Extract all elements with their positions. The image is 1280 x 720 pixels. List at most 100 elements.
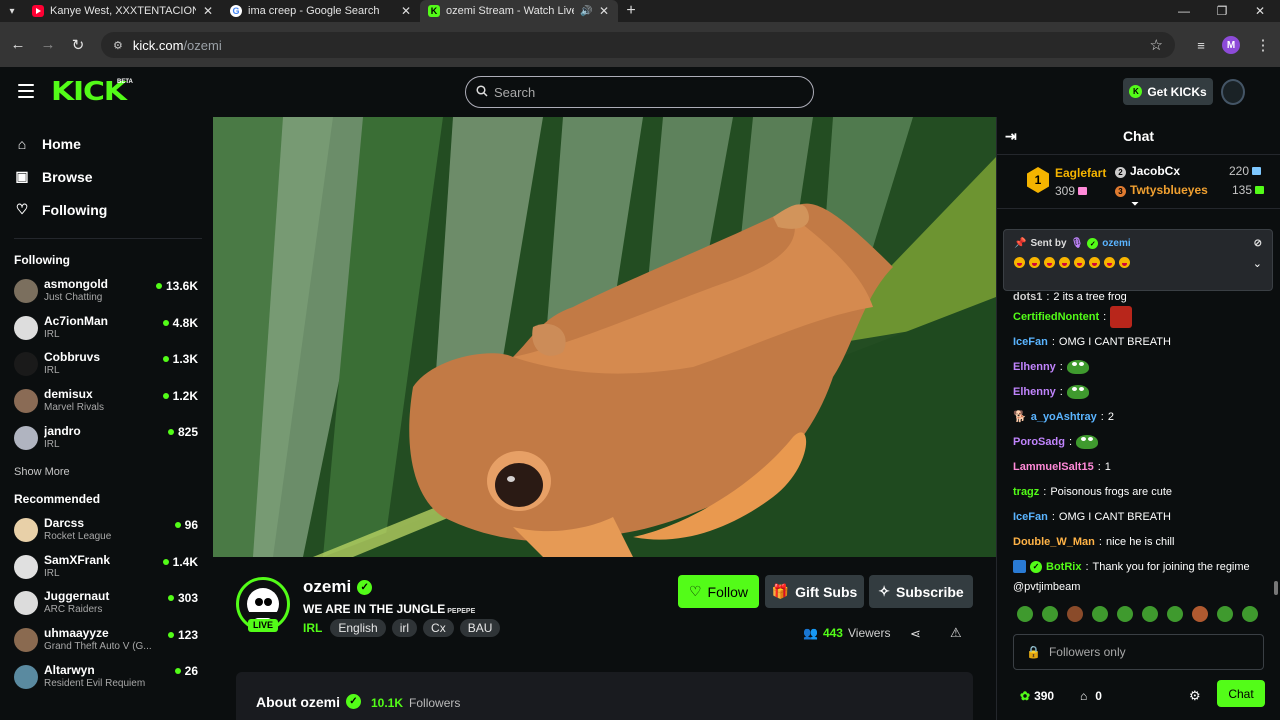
address-bar[interactable]: ⚙ kick.com/ozemi ☆ [101, 32, 1175, 58]
chevron-down-icon[interactable]: ⌄ [1253, 257, 1262, 270]
share-icon[interactable]: ⋖ [910, 626, 921, 642]
send-chat-button[interactable]: Chat [1217, 680, 1265, 707]
chat-username[interactable]: Elhenny [1013, 361, 1056, 373]
site-header: KICK BETA Search K Get KICKs [0, 67, 1280, 117]
browser-tab-kick[interactable]: K ozemi Stream - Watch Live 🔊 ✕ [420, 0, 618, 22]
hamburger-menu-icon[interactable] [18, 84, 34, 98]
video-player[interactable] [213, 117, 996, 557]
profile-avatar[interactable]: M [1222, 36, 1240, 54]
leader-2-name[interactable]: 2 JacobCx [1115, 164, 1180, 178]
site-info-icon[interactable]: ⚙ [113, 39, 123, 52]
expand-leaderboard-icon[interactable]: ⏷ [1131, 199, 1139, 210]
sidebar-item-home[interactable]: ⌂ Home [14, 127, 212, 160]
tab-title: ima creep - Google Search [248, 5, 380, 17]
emote-icon[interactable] [1167, 606, 1183, 622]
kicks-balance[interactable]: ✿ 390 [1020, 689, 1054, 703]
emote-icon[interactable] [1117, 606, 1133, 622]
stream-video-frame [213, 117, 996, 557]
gift-subs-button[interactable]: 🎁 Gift Subs [765, 575, 864, 608]
get-kicks-button[interactable]: K Get KICKs [1123, 78, 1213, 105]
tag-chip[interactable]: English [330, 619, 386, 637]
gear-icon[interactable]: ⚙ [1189, 688, 1201, 704]
chat-username[interactable]: Double_W_Man [1013, 536, 1095, 548]
sidebar-channel-recommended[interactable]: Darcss Rocket League 96 [0, 512, 212, 549]
sidebar-channel-recommended[interactable]: Altarwyn Resident Evil Requiem 26 [0, 658, 212, 695]
chat-username[interactable]: BotRix [1046, 561, 1081, 573]
subscribe-label: Subscribe [896, 583, 964, 600]
recommended-heading: Recommended [14, 491, 101, 506]
bookmark-star-icon[interactable]: ☆ [1150, 36, 1163, 54]
leader-1-name[interactable]: Eaglefart [1055, 166, 1106, 180]
sidebar-channel-following[interactable]: jandro IRL 825 [0, 419, 212, 456]
channel-name[interactable]: ozemi [303, 577, 351, 597]
channel-name: jandro [44, 423, 81, 438]
speaker-icon[interactable]: 🔊 [580, 6, 592, 17]
window-close-icon[interactable]: ✕ [1242, 0, 1278, 22]
tag-chip[interactable]: BAU [459, 619, 501, 637]
close-tab-icon[interactable]: ✕ [598, 4, 610, 18]
laugh-emote-icon [1089, 257, 1100, 268]
user-avatar[interactable] [1221, 79, 1245, 105]
kicks-coin-icon: K [1129, 85, 1143, 98]
sidebar-item-browse[interactable]: ▣ Browse [14, 160, 212, 193]
chat-input[interactable]: 🔒 Followers only [1013, 634, 1264, 670]
browser-tab-youtube[interactable]: Kanye West, XXXTENTACION - T ✕ [24, 0, 222, 22]
chat-username[interactable]: LammuelSalt15 [1013, 461, 1094, 473]
viewer-count: 1.3K [162, 352, 198, 366]
chat-username[interactable]: tragz [1013, 486, 1039, 498]
kick-logo[interactable]: KICK [51, 77, 127, 107]
close-tab-icon[interactable]: ✕ [202, 4, 214, 18]
chat-text: 1 [1104, 460, 1111, 473]
new-tab-button[interactable]: + [618, 0, 644, 22]
chat-username[interactable]: a_yoAshtray [1031, 411, 1097, 423]
emote-icon[interactable] [1092, 606, 1108, 622]
viewer-number: 13.6K [165, 279, 198, 293]
sidebar-channel-recommended[interactable]: SamXFrank IRL 1.4K [0, 549, 212, 586]
media-control-icon[interactable]: ≡ [1186, 30, 1216, 60]
sidebar-channel-following[interactable]: demisux Marvel Rivals 1.2K [0, 383, 212, 420]
chat-username[interactable]: IceFan [1013, 336, 1048, 348]
collapse-chat-icon[interactable]: ⇥ [1005, 128, 1017, 145]
minimize-icon[interactable]: — [1166, 0, 1202, 22]
tag-chip[interactable]: irl [391, 619, 418, 637]
tab-search-icon[interactable]: ▾ [0, 0, 24, 22]
pinned-user[interactable]: ozemi [1102, 238, 1130, 249]
search-input[interactable]: Search [465, 76, 814, 108]
emote-icon[interactable] [1192, 606, 1208, 622]
browser-menu-icon[interactable]: ⋮ [1248, 30, 1278, 60]
show-more-link[interactable]: Show More [0, 456, 212, 492]
report-icon[interactable]: ⚠ [950, 625, 962, 641]
chat-username[interactable]: dots1 [1013, 291, 1042, 303]
chat-username[interactable]: CertifiedNontent [1013, 311, 1099, 323]
chat-username[interactable]: IceFan [1013, 511, 1048, 523]
emote-icon[interactable] [1017, 606, 1033, 622]
sidebar-channel-recommended[interactable]: uhmaayyze Grand Theft Auto V (G... 123 [0, 622, 212, 659]
reload-icon[interactable]: ↻ [63, 30, 93, 60]
back-arrow-icon[interactable]: ← [3, 30, 33, 60]
channel-avatar [14, 628, 38, 653]
chat-username[interactable]: Elhenny [1013, 386, 1056, 398]
sidebar-item-following[interactable]: ♡ Following [14, 193, 212, 226]
sidebar-channel-recommended[interactable]: Juggernaut ARC Raiders 303 [0, 585, 212, 622]
emote-icon[interactable] [1142, 606, 1158, 622]
close-tab-icon[interactable]: ✕ [400, 4, 412, 18]
chat-scrollbar[interactable] [1274, 581, 1278, 595]
sidebar-channel-following[interactable]: asmongold Just Chatting 13.6K [0, 273, 212, 310]
leader-3-name[interactable]: 3 Twtysblueyes [1115, 183, 1208, 197]
emote-icon[interactable] [1042, 606, 1058, 622]
emote-icon[interactable] [1217, 606, 1233, 622]
forward-arrow-icon[interactable]: → [33, 30, 63, 60]
sidebar-channel-following[interactable]: Cobbruvs IRL 1.3K [0, 346, 212, 383]
follow-button[interactable]: ♡ Follow [678, 575, 759, 608]
tag-chip[interactable]: Cx [423, 619, 454, 637]
browser-tab-google[interactable]: G ima creep - Google Search ✕ [222, 0, 420, 22]
subscribe-button[interactable]: ✧ Subscribe [869, 575, 973, 608]
chat-username[interactable]: PoroSadg [1013, 436, 1065, 448]
category-link[interactable]: IRL [303, 621, 322, 635]
redeem-balance[interactable]: ⌂ 0 [1080, 689, 1102, 703]
maximize-icon[interactable]: ❐ [1204, 0, 1240, 22]
emote-icon[interactable] [1067, 606, 1083, 622]
hide-pin-icon[interactable]: ⊘ [1254, 238, 1262, 249]
sidebar-channel-following[interactable]: Ac7ionMan IRL 4.8K [0, 310, 212, 347]
emote-icon[interactable] [1242, 606, 1258, 622]
